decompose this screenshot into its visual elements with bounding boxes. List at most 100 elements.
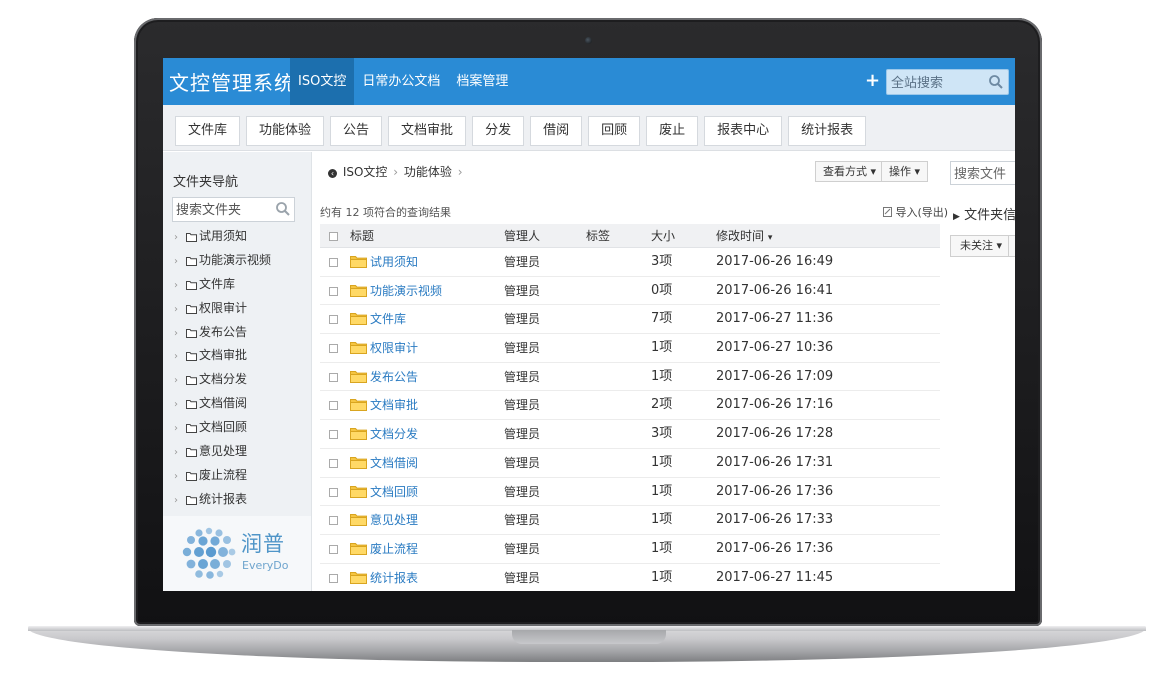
chevron-right-icon[interactable]: ›	[174, 369, 186, 393]
row-checkbox[interactable]	[329, 401, 338, 411]
row-title[interactable]: 意见处理	[350, 506, 418, 534]
back-icon[interactable]: ‹	[328, 169, 337, 178]
folder-tree-item[interactable]: › 文档分发	[174, 368, 271, 392]
chevron-right-icon[interactable]: ›	[174, 322, 186, 346]
import-export-button[interactable]: 导入(导出)	[883, 204, 948, 220]
follow-button[interactable]: 未关注 ▾	[950, 235, 1013, 257]
folder-tree-item[interactable]: › 文档回顾	[174, 416, 271, 440]
module-tab[interactable]: 报表中心	[704, 116, 783, 146]
row-title[interactable]: 文件库	[350, 305, 406, 333]
chevron-right-icon[interactable]: ›	[174, 393, 186, 417]
folder-tree-item[interactable]: › 试用须知	[174, 225, 271, 249]
col-owner[interactable]: 管理人	[504, 224, 540, 248]
col-size[interactable]: 大小	[651, 224, 675, 248]
follow-extra-button[interactable]	[1008, 235, 1015, 257]
actions-button[interactable]: 操作 ▾	[881, 161, 929, 182]
col-tag[interactable]: 标签	[586, 224, 610, 248]
row-checkbox[interactable]	[329, 372, 338, 382]
view-mode-button[interactable]: 查看方式 ▾	[815, 161, 885, 182]
breadcrumb-current[interactable]: 功能体验	[404, 165, 452, 179]
chevron-right-icon[interactable]: ›	[174, 465, 186, 489]
folder-tree-item[interactable]: › 文档审批	[174, 344, 271, 368]
folder-tree-item[interactable]: › 统计报表	[174, 488, 271, 512]
app-title: 文控管理系统	[169, 71, 295, 95]
table-row[interactable]: 统计报表 管理员 1项 2017-06-27 11:45	[320, 564, 940, 591]
module-tab[interactable]: 文档审批	[388, 116, 467, 146]
row-checkbox[interactable]	[329, 573, 338, 583]
folder-tree: › 试用须知 › 功能演示视频 › 文件库 › 权限审计 › 发布公告 › 文档审批 › 文档分发 › 文档借…	[174, 225, 271, 512]
global-search-input[interactable]	[887, 70, 985, 94]
breadcrumb-iso[interactable]: ISO文控	[343, 165, 388, 179]
chevron-right-icon[interactable]: ›	[174, 489, 186, 513]
module-tab[interactable]: 回顾	[588, 116, 641, 146]
folder-tree-item[interactable]: › 功能演示视频	[174, 249, 271, 273]
row-checkbox[interactable]	[329, 258, 338, 267]
folder-search-input[interactable]	[173, 198, 273, 221]
row-title[interactable]: 文档回顾	[350, 478, 418, 506]
search-icon[interactable]	[275, 201, 291, 217]
table-row[interactable]: 废止流程 管理员 1项 2017-06-26 17:36	[320, 535, 940, 564]
module-tab[interactable]: 废止	[646, 116, 699, 146]
row-checkbox[interactable]	[329, 516, 338, 526]
folder-tree-item[interactable]: › 意见处理	[174, 440, 271, 464]
row-modified: 2017-06-26 17:31	[716, 454, 834, 470]
row-checkbox[interactable]	[329, 544, 338, 554]
col-title[interactable]: 标题	[350, 224, 374, 248]
chevron-right-icon[interactable]: ›	[174, 417, 186, 441]
folder-tree-label: 意见处理	[199, 444, 248, 459]
add-icon[interactable]: +	[865, 70, 880, 91]
module-tab[interactable]: 借阅	[530, 116, 583, 146]
folder-tree-item[interactable]: › 文档借阅	[174, 392, 271, 416]
table-row[interactable]: 文档回顾 管理员 1项 2017-06-26 17:36	[320, 478, 940, 507]
module-tab[interactable]: 文件库	[175, 116, 241, 146]
row-title[interactable]: 试用须知	[350, 248, 418, 276]
row-title[interactable]: 文档分发	[350, 420, 418, 448]
row-title[interactable]: 文档借阅	[350, 449, 418, 477]
folder-info-toggle[interactable]: ▶ 文件夹信息	[953, 204, 1015, 223]
nav-archives[interactable]: 档案管理	[448, 58, 516, 105]
row-checkbox[interactable]	[329, 344, 338, 354]
chevron-right-icon[interactable]: ›	[174, 250, 186, 274]
table-row[interactable]: 意见处理 管理员 1项 2017-06-26 17:33	[320, 506, 940, 535]
file-search-input[interactable]	[951, 162, 1015, 184]
row-title[interactable]: 权限审计	[350, 334, 418, 362]
module-tab[interactable]: 分发	[472, 116, 525, 146]
module-tab[interactable]: 统计报表	[788, 116, 867, 146]
row-checkbox[interactable]	[329, 430, 338, 440]
module-tab[interactable]: 公告	[330, 116, 383, 146]
col-modified[interactable]: 修改时间 ▾	[716, 224, 772, 250]
folder-tree-item[interactable]: › 权限审计	[174, 297, 271, 321]
search-icon[interactable]	[988, 74, 1004, 90]
row-title[interactable]: 文档审批	[350, 391, 418, 419]
nav-iso[interactable]: ISO文控	[290, 58, 355, 105]
table-row[interactable]: 文档借阅 管理员 1项 2017-06-26 17:31	[320, 449, 940, 478]
folder-tree-item[interactable]: › 发布公告	[174, 321, 271, 345]
nav-office-docs[interactable]: 日常办公文档	[354, 58, 448, 105]
chevron-right-icon[interactable]: ›	[174, 298, 186, 322]
folder-icon	[186, 400, 197, 410]
row-checkbox[interactable]	[329, 286, 338, 296]
row-title[interactable]: 统计报表	[350, 564, 418, 591]
table-row[interactable]: 功能演示视频 管理员 0项 2017-06-26 16:41	[320, 277, 940, 306]
folder-tree-item[interactable]: › 文件库	[174, 273, 271, 297]
chevron-right-icon[interactable]: ›	[174, 345, 186, 369]
table-row[interactable]: 权限审计 管理员 1项 2017-06-27 10:36	[320, 334, 940, 363]
chevron-right-icon[interactable]: ›	[174, 226, 186, 250]
row-checkbox[interactable]	[329, 458, 338, 468]
row-checkbox[interactable]	[329, 315, 338, 325]
row-title[interactable]: 废止流程	[350, 535, 418, 563]
table-row[interactable]: 试用须知 管理员 3项 2017-06-26 16:49	[320, 248, 940, 277]
table-row[interactable]: 发布公告 管理员 1项 2017-06-26 17:09	[320, 363, 940, 392]
table-row[interactable]: 文档分发 管理员 3项 2017-06-26 17:28	[320, 420, 940, 449]
chevron-right-icon[interactable]: ›	[174, 274, 186, 298]
chevron-right-icon[interactable]: ›	[174, 441, 186, 465]
folder-tree-item[interactable]: › 废止流程	[174, 464, 271, 488]
table-row[interactable]: 文件库 管理员 7项 2017-06-27 11:36	[320, 305, 940, 335]
select-all-checkbox[interactable]	[329, 232, 338, 241]
table-row[interactable]: 文档审批 管理员 2项 2017-06-26 17:16	[320, 391, 940, 421]
row-checkbox[interactable]	[329, 487, 338, 497]
row-title[interactable]: 发布公告	[350, 363, 418, 391]
folder-icon	[186, 256, 197, 266]
row-title[interactable]: 功能演示视频	[350, 277, 442, 305]
module-tab[interactable]: 功能体验	[246, 116, 325, 146]
